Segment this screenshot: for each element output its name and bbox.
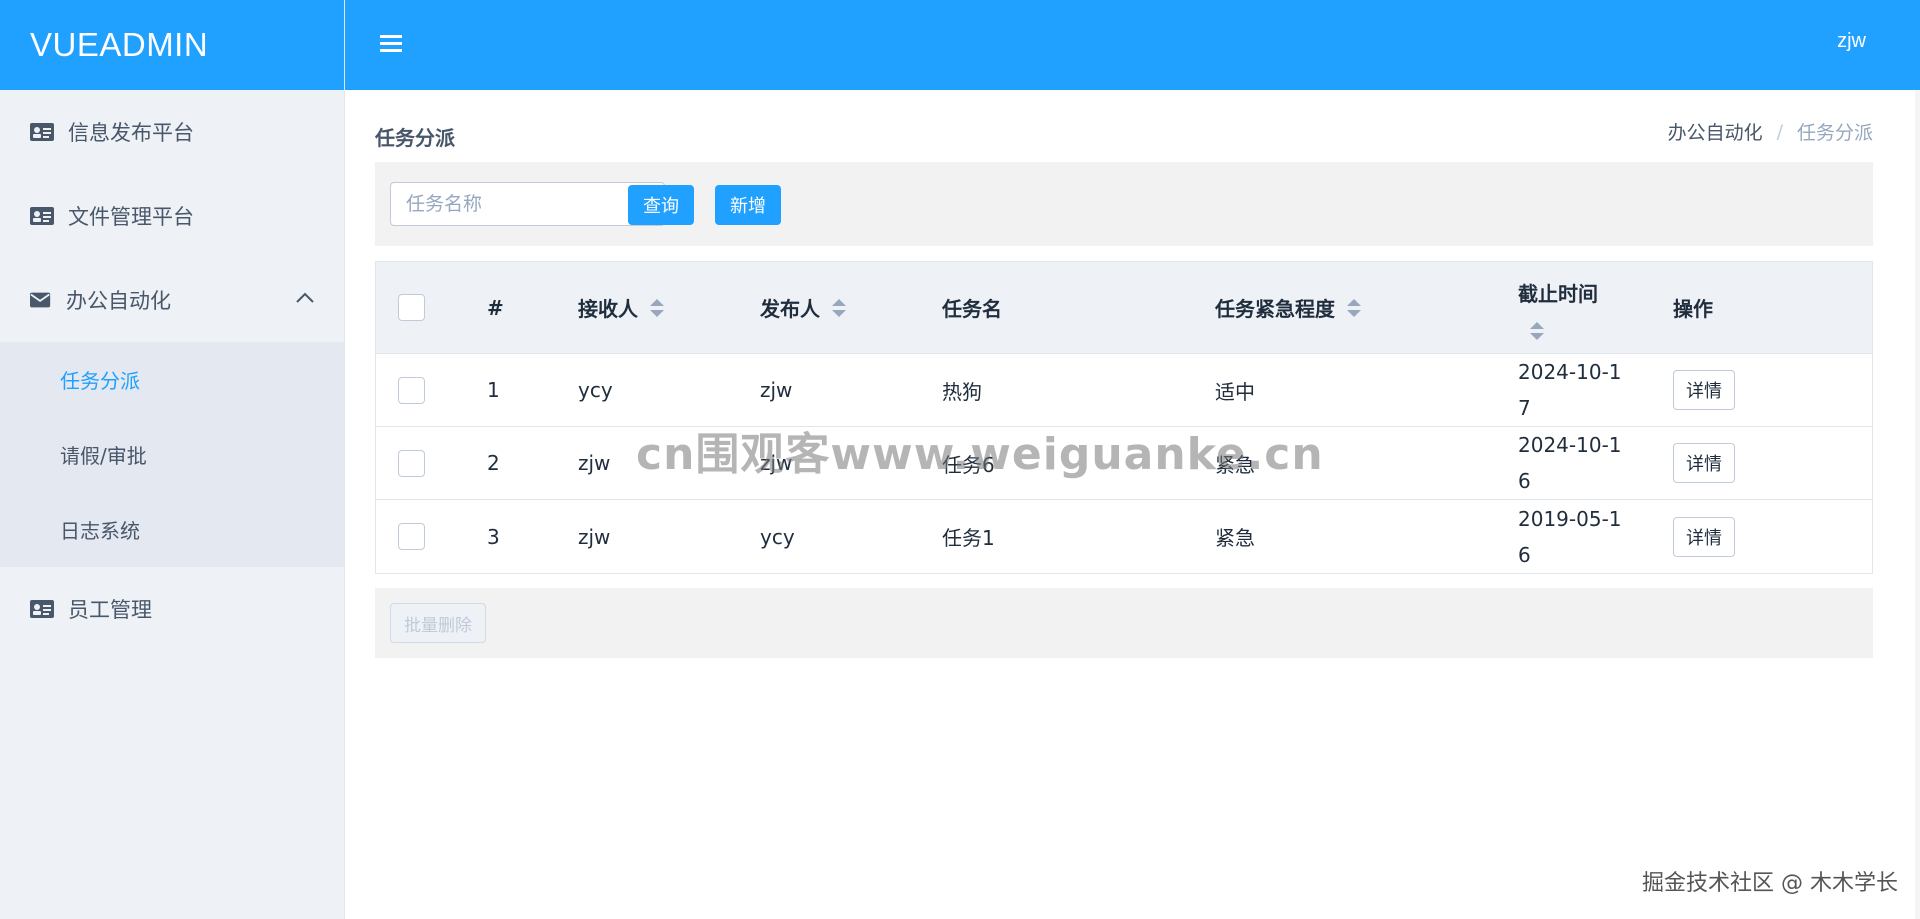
column-header-urgency: 任务紧急程度 bbox=[1215, 297, 1335, 321]
sidebar-item-file-manage[interactable]: 文件管理平台 bbox=[0, 174, 344, 258]
query-button[interactable]: 查询 bbox=[628, 185, 694, 225]
top-header: zjw bbox=[345, 0, 1920, 90]
cell-urgency: 紧急 bbox=[1215, 526, 1255, 550]
batch-delete-button[interactable]: 批量删除 bbox=[390, 603, 486, 643]
cell-receiver: zjw bbox=[578, 524, 611, 549]
task-name-search-input[interactable] bbox=[390, 182, 665, 226]
filter-toolbar: 查询 新增 bbox=[375, 162, 1873, 246]
envelope-icon bbox=[30, 292, 51, 308]
table-header: # 接收人 发布人 任务名 任务紧急程度 截止时间 操作 bbox=[376, 262, 1872, 354]
column-header-task-name: 任务名 bbox=[942, 297, 1002, 321]
detail-button[interactable]: 详情 bbox=[1673, 516, 1735, 557]
sort-icon[interactable] bbox=[1530, 321, 1544, 340]
breadcrumb-current: 任务分派 bbox=[1796, 122, 1873, 144]
user-menu[interactable]: zjw bbox=[1837, 30, 1866, 53]
cell-deadline: 2024-10-16 bbox=[1518, 433, 1622, 493]
column-header-actions: 操作 bbox=[1673, 297, 1713, 321]
cell-urgency: 适中 bbox=[1215, 379, 1255, 404]
column-header-publisher: 发布人 bbox=[760, 297, 820, 321]
cell-deadline: 2019-05-16 bbox=[1518, 506, 1622, 567]
cell-task-name: 任务1 bbox=[942, 526, 995, 550]
cell-index: 1 bbox=[487, 378, 500, 402]
detail-button[interactable]: 详情 bbox=[1673, 443, 1735, 483]
cell-index: 2 bbox=[487, 451, 500, 475]
sort-icon[interactable] bbox=[1347, 298, 1361, 317]
cell-publisher: ycy bbox=[760, 524, 795, 549]
chevron-up-icon[interactable] bbox=[296, 292, 314, 304]
breadcrumb-separator: / bbox=[1776, 120, 1783, 143]
sidebar-item-log-system[interactable]: 日志系统 bbox=[0, 492, 344, 567]
sidebar-item-staff-manage[interactable]: 员工管理 bbox=[0, 567, 344, 651]
column-header-index: # bbox=[487, 295, 504, 320]
cell-publisher: zjw bbox=[760, 451, 793, 475]
sort-icon[interactable] bbox=[832, 298, 846, 317]
row-checkbox[interactable] bbox=[398, 449, 425, 477]
sidebar-item-leave-approval[interactable]: 请假/审批 bbox=[0, 417, 344, 492]
table-row: 2 zjw zjw 任务6 紧急 2024-10-16 详情 bbox=[376, 427, 1872, 500]
table-row: 3 zjw ycy 任务1 紧急 2019-05-16 详情 bbox=[376, 500, 1872, 573]
scrollbar[interactable] bbox=[1915, 90, 1920, 919]
cell-task-name: 热狗 bbox=[942, 379, 982, 404]
sidebar-item-task-dispatch[interactable]: 任务分派 bbox=[0, 342, 344, 417]
id-card-icon bbox=[30, 207, 54, 225]
column-header-receiver: 接收人 bbox=[578, 297, 638, 321]
brand-logo: VUEADMIN bbox=[0, 0, 344, 90]
cell-receiver: zjw bbox=[578, 451, 611, 475]
add-button[interactable]: 新增 bbox=[715, 185, 781, 225]
sidebar-item-label: 办公自动化 bbox=[66, 289, 171, 313]
sidebar: VUEADMIN 信息发布平台 文件管理平台 办公自动化 任务分派 请假/审批 … bbox=[0, 0, 345, 919]
sidebar-item-info-publish[interactable]: 信息发布平台 bbox=[0, 90, 344, 174]
cell-publisher: zjw bbox=[760, 378, 793, 402]
table-row: 1 ycy zjw 热狗 适中 2024-10-17 详情 bbox=[376, 354, 1872, 427]
submenu-office-automation: 任务分派 请假/审批 日志系统 bbox=[0, 342, 344, 567]
sort-icon[interactable] bbox=[650, 298, 664, 317]
sidebar-item-label: 信息发布平台 bbox=[68, 121, 194, 145]
sidebar-item-label: 文件管理平台 bbox=[68, 205, 194, 229]
column-header-deadline: 截止时间 bbox=[1518, 281, 1598, 306]
cell-urgency: 紧急 bbox=[1215, 452, 1255, 477]
id-card-icon bbox=[30, 123, 54, 141]
task-table: # 接收人 发布人 任务名 任务紧急程度 截止时间 操作 1 ycy zjw 热… bbox=[375, 261, 1873, 574]
row-checkbox[interactable] bbox=[398, 376, 425, 404]
menu-toggle-icon[interactable] bbox=[380, 34, 402, 54]
select-all-checkbox[interactable] bbox=[398, 294, 425, 321]
table-footer-bar: 批量删除 bbox=[375, 588, 1873, 658]
breadcrumb-item[interactable]: 办公自动化 bbox=[1668, 118, 1763, 145]
detail-button[interactable]: 详情 bbox=[1673, 370, 1735, 410]
cell-index: 3 bbox=[487, 524, 500, 549]
main-content: 任务分派 办公自动化 / 任务分派 查询 新增 # 接收人 发布人 任务名 任务… bbox=[345, 90, 1920, 919]
cell-task-name: 任务6 bbox=[942, 452, 995, 477]
id-card-icon bbox=[30, 600, 54, 618]
breadcrumb: 办公自动化 / 任务分派 bbox=[1668, 118, 1873, 145]
row-checkbox[interactable] bbox=[398, 523, 425, 550]
sidebar-item-office-automation[interactable]: 办公自动化 bbox=[0, 258, 344, 342]
page-title: 任务分派 bbox=[375, 126, 455, 150]
cell-deadline: 2024-10-17 bbox=[1518, 360, 1622, 420]
cell-receiver: ycy bbox=[578, 378, 613, 402]
sidebar-item-label: 员工管理 bbox=[68, 598, 152, 622]
